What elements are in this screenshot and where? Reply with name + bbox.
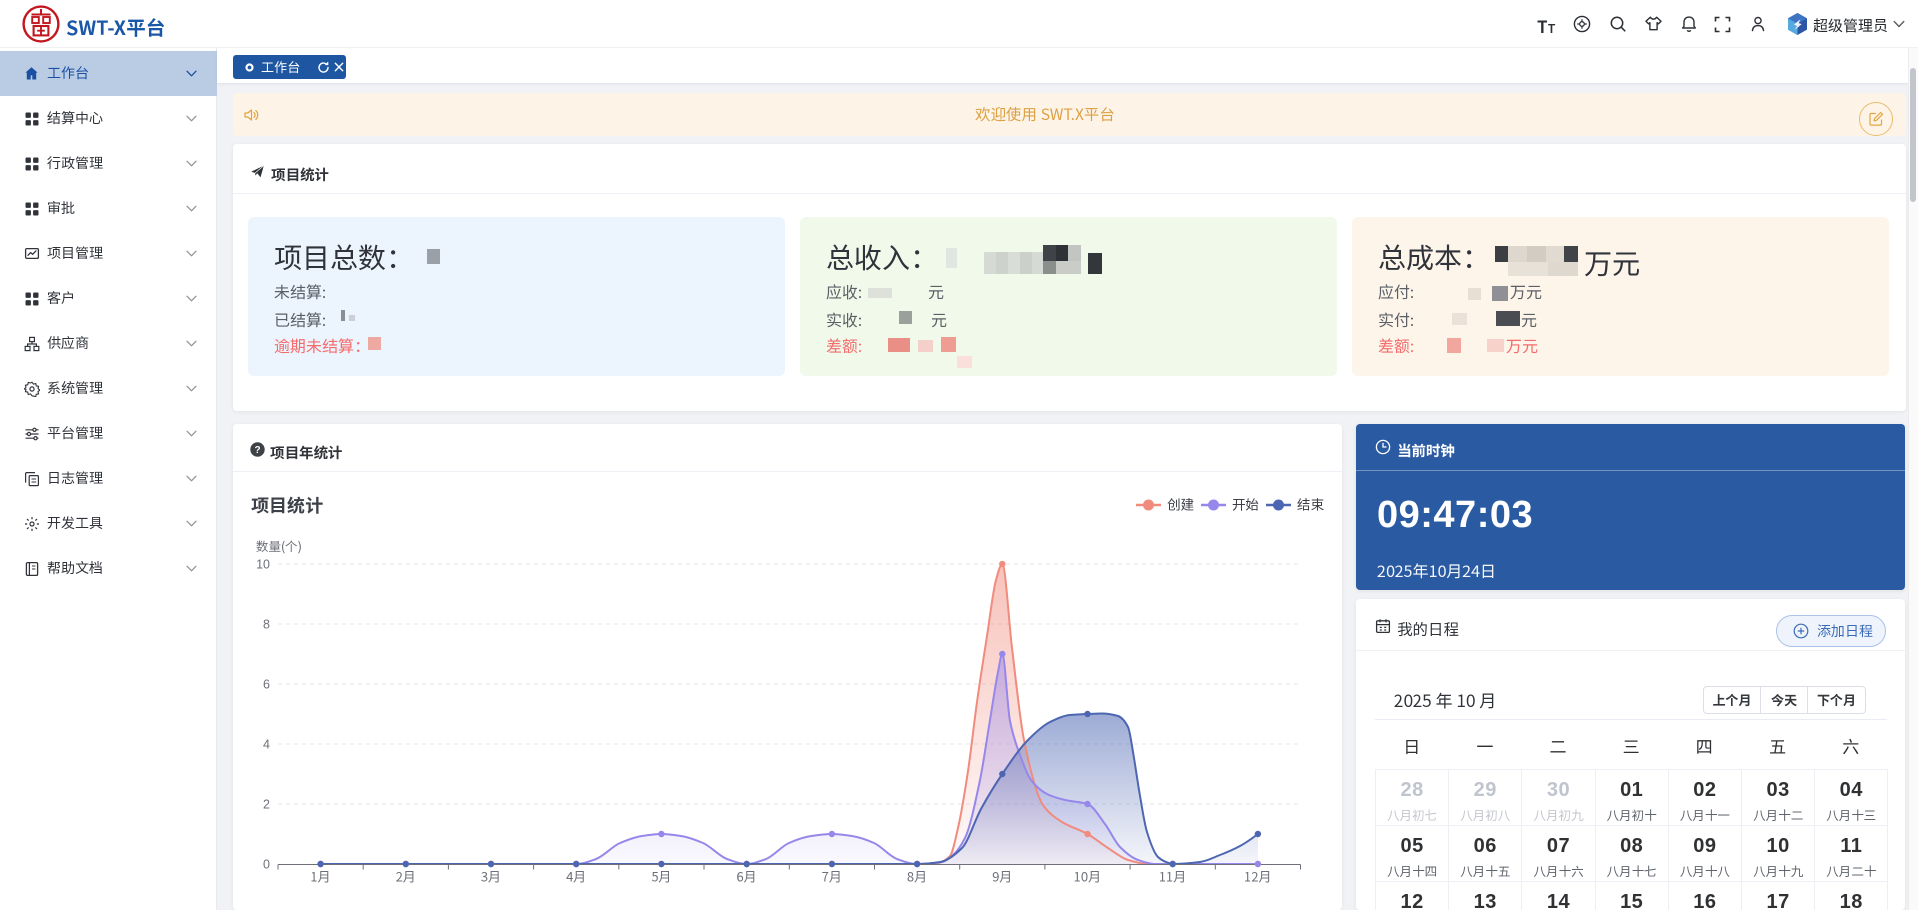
svg-text:1月: 1月: [310, 867, 330, 886]
svg-text:12月: 12月: [1244, 867, 1271, 886]
svg-text:结束: 结束: [1297, 494, 1324, 514]
svg-text:项目统计: 项目统计: [251, 492, 323, 518]
svg-text:4: 4: [263, 738, 270, 752]
svg-text:7月: 7月: [822, 867, 842, 886]
svg-text:5月: 5月: [651, 867, 671, 886]
svg-text:8月: 8月: [907, 867, 927, 886]
svg-text:4月: 4月: [566, 867, 586, 886]
svg-text:11月: 11月: [1159, 867, 1186, 886]
svg-text:6: 6: [263, 678, 270, 692]
svg-text:数量(个): 数量(个): [256, 536, 302, 555]
svg-text:10: 10: [256, 558, 270, 572]
svg-text:0: 0: [263, 858, 270, 872]
svg-text:2月: 2月: [396, 867, 416, 886]
svg-text:2: 2: [263, 798, 270, 812]
svg-text:3月: 3月: [481, 867, 501, 886]
svg-text:?: ?: [254, 445, 260, 456]
svg-text:9月: 9月: [992, 867, 1012, 886]
svg-text:创建: 创建: [1167, 494, 1195, 514]
svg-text:10月: 10月: [1074, 867, 1101, 886]
svg-text:8: 8: [263, 618, 270, 632]
svg-text:开始: 开始: [1232, 494, 1260, 514]
svg-text:6月: 6月: [737, 867, 757, 886]
